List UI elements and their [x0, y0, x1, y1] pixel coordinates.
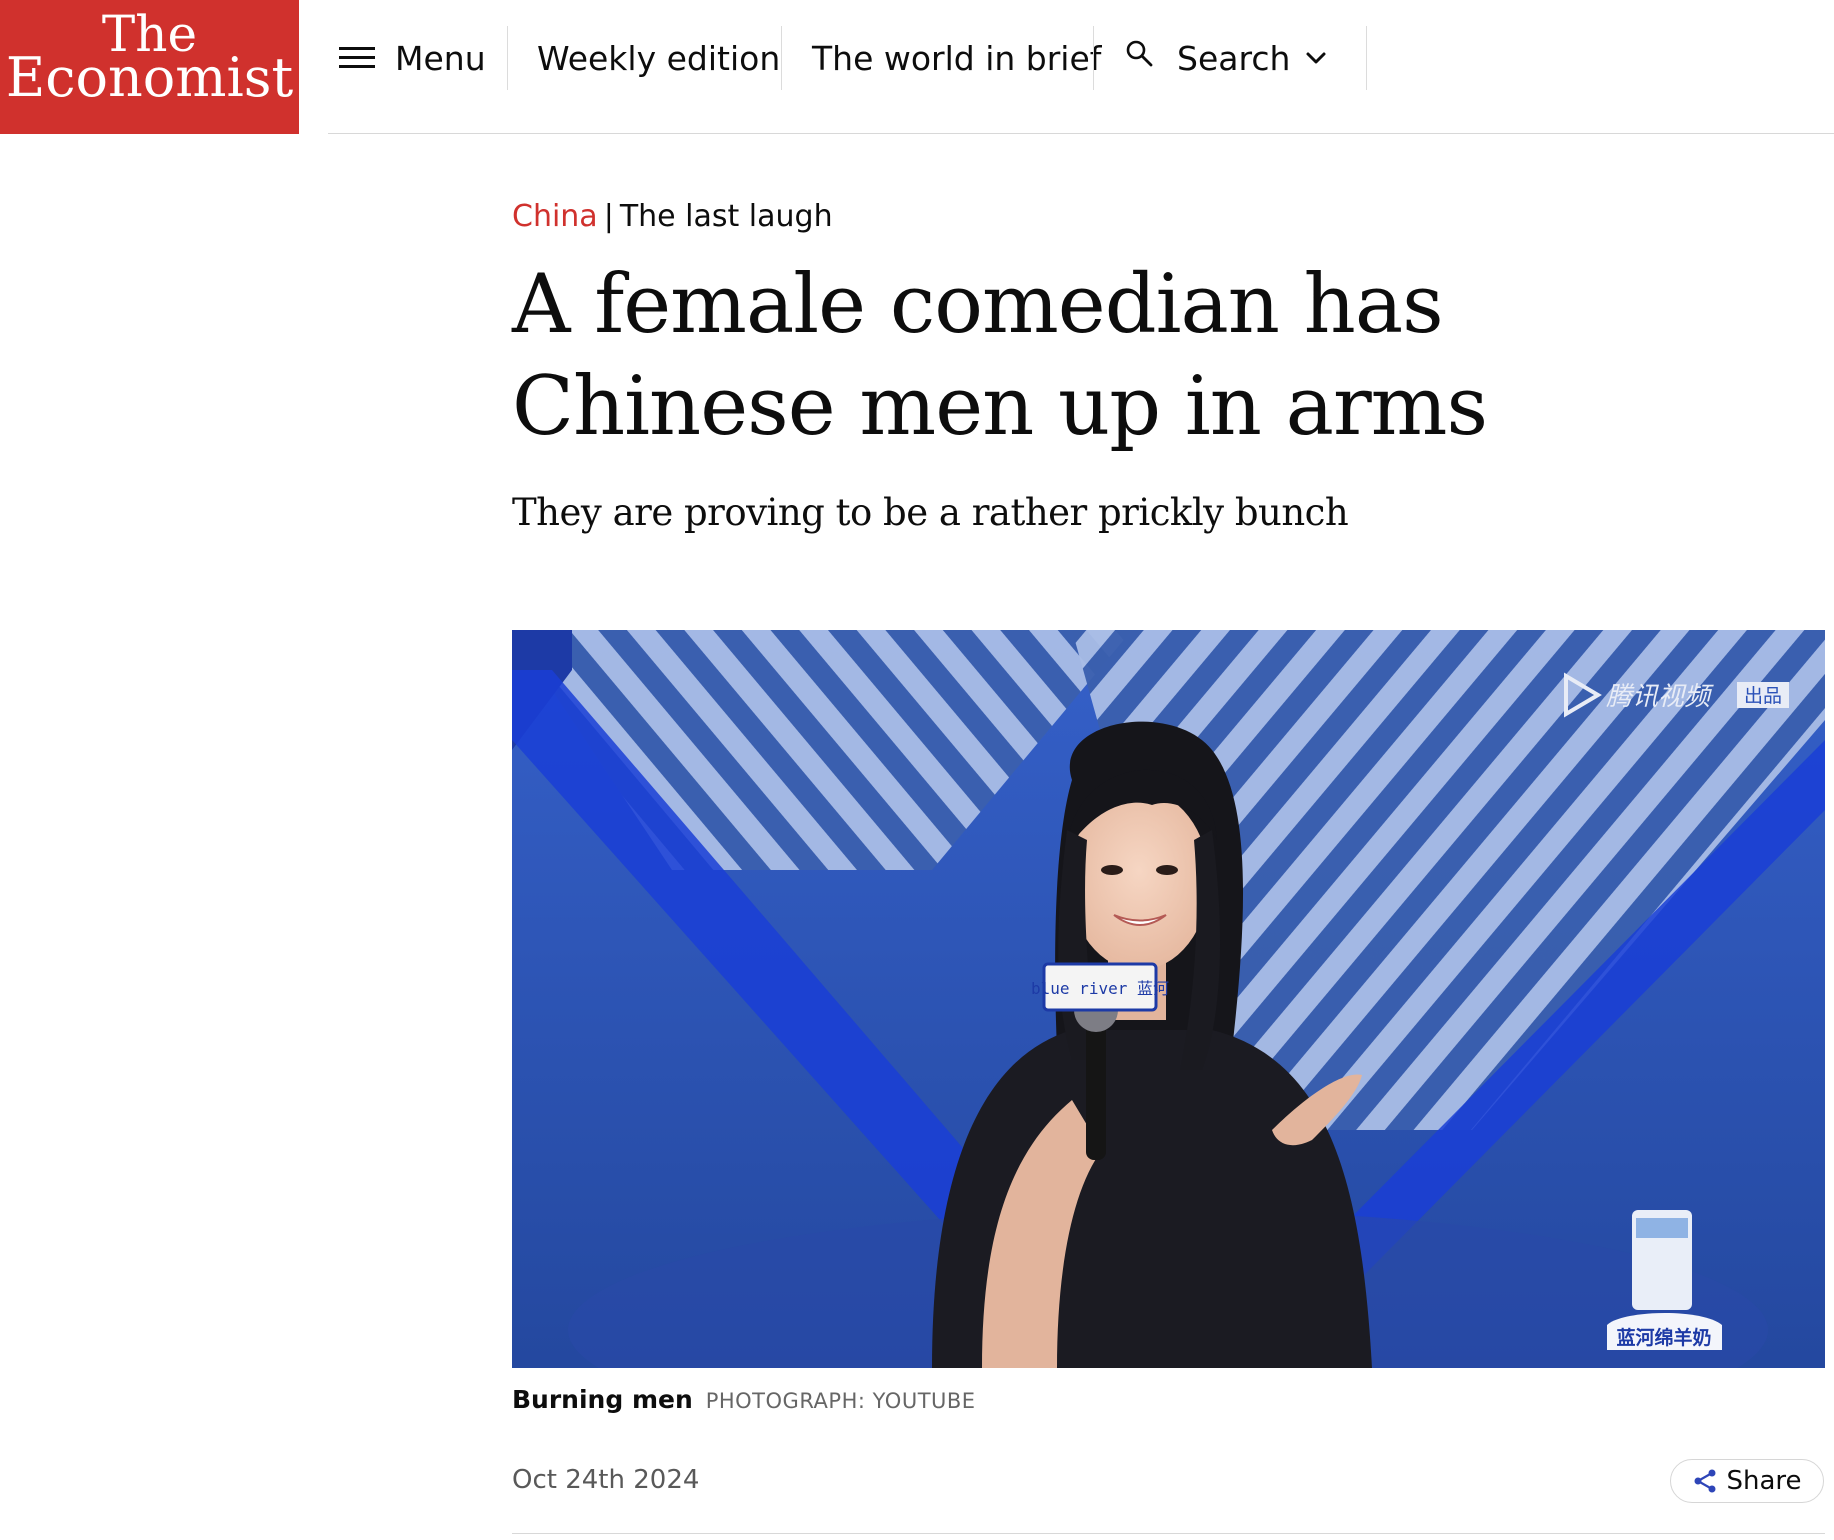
product-label: 蓝河绵羊奶	[1616, 1326, 1711, 1349]
share-button[interactable]: Share	[1670, 1459, 1824, 1503]
nav-divider	[507, 26, 508, 90]
economist-logo[interactable]: The Economist	[0, 0, 299, 134]
search-button[interactable]: Search	[1125, 26, 1328, 90]
photo-caption: Burning men PHOTOGRAPH: YOUTUBE	[512, 1382, 976, 1419]
article-photo: blue river 蓝河 腾讯视频 出品 蓝河绵羊奶	[512, 630, 1825, 1368]
menu-label: Menu	[395, 38, 486, 78]
article-kicker: China | The last laugh	[512, 197, 833, 237]
weekly-edition-label: Weekly edition	[537, 38, 781, 78]
weekly-edition-link[interactable]: Weekly edition	[537, 26, 780, 90]
world-in-brief-label: The world in brief	[812, 38, 1102, 78]
caption-credit: PHOTOGRAPH: YOUTUBE	[705, 1389, 976, 1413]
search-label: Search	[1177, 38, 1291, 78]
caption-title: Burning men	[512, 1385, 693, 1414]
byline-rule	[512, 1533, 1825, 1534]
nav-divider	[781, 26, 782, 90]
hamburger-icon	[339, 45, 375, 71]
search-icon	[1126, 40, 1153, 67]
publish-date: Oct 24th 2024	[512, 1465, 700, 1495]
nav-divider	[1093, 26, 1094, 90]
header-rule	[328, 133, 1834, 134]
chevron-down-icon	[1306, 52, 1326, 64]
article-subheadline: They are proving to be a rather prickly …	[512, 491, 1349, 534]
world-in-brief-link[interactable]: The world in brief	[812, 26, 1101, 90]
photo-illustration: blue river 蓝河 腾讯视频 出品 蓝河绵羊奶	[512, 630, 1825, 1368]
section-link[interactable]: China	[512, 199, 598, 234]
top-navigation: Menu Weekly edition The world in brief S…	[299, 0, 1834, 134]
article-headline: A female comedian has Chinese men up in …	[512, 258, 1488, 454]
logo-line-2: Economist	[5, 46, 294, 109]
rubric: The last laugh	[619, 199, 833, 234]
kicker-separator: |	[603, 199, 614, 234]
mic-flag-text: blue river 蓝河	[1031, 979, 1169, 998]
share-icon	[1694, 1469, 1716, 1493]
watermark-text: 腾讯视频	[1606, 682, 1714, 712]
nav-divider	[1366, 26, 1367, 90]
share-label: Share	[1726, 1466, 1802, 1496]
watermark-tag: 出品	[1744, 685, 1782, 707]
menu-button[interactable]: Menu	[339, 26, 486, 90]
